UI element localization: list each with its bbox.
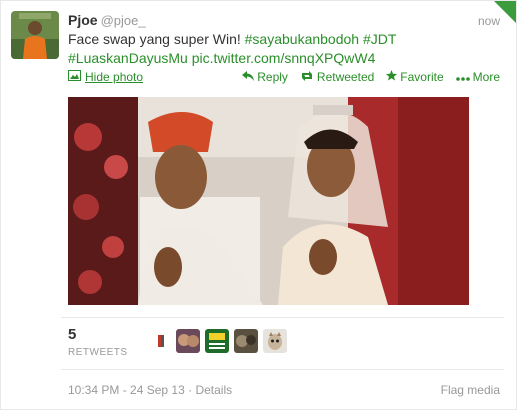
hashtag-link[interactable]: #JDT [363, 31, 396, 47]
avatar[interactable] [11, 11, 59, 59]
tweet-text-plain: Face swap yang super Win! [68, 31, 241, 47]
tweet-card: Pjoe @pjoe_ now Face swap yang super Win!… [0, 0, 517, 410]
reply-button[interactable]: Reply [242, 70, 288, 84]
photo-icon [68, 70, 81, 84]
author-name[interactable]: Pjoe [68, 12, 98, 28]
screen-name[interactable]: @pjoe_ [101, 13, 146, 28]
retweet-count[interactable]: 5 [68, 326, 76, 343]
retweeted-button[interactable]: Retweeted [300, 70, 374, 84]
hashtag-link[interactable]: #sayabukanbodoh [245, 31, 359, 47]
flag-media-link[interactable]: Flag media [441, 383, 500, 397]
hide-photo-label: Hide photo [85, 70, 144, 84]
reply-label: Reply [257, 70, 288, 84]
retweeter-avatar[interactable] [151, 329, 171, 353]
more-button[interactable]: More [455, 70, 500, 84]
tweet-footer: 10:34 PM - 24 Sep 13 · Details [68, 383, 232, 397]
hide-photo-link[interactable]: Hide photo [68, 70, 143, 84]
divider [61, 317, 504, 318]
tweet-timestamp[interactable]: 10:34 PM - 24 Sep 13 [68, 383, 185, 397]
retweeter-avatar[interactable] [205, 329, 229, 353]
retweeter-avatar[interactable] [176, 329, 200, 353]
retweeted-label: Retweeted [316, 70, 375, 84]
star-icon [386, 70, 398, 84]
pic-link[interactable]: pic.twitter.com/snnqXPQwW4 [192, 50, 376, 66]
tweet-photo[interactable] [68, 97, 469, 305]
details-link[interactable]: Details [195, 383, 232, 397]
tweet-header: Pjoe @pjoe_ [68, 12, 146, 28]
hashtag-link[interactable]: #LuaskanDayusMu [68, 50, 188, 66]
more-label: More [472, 70, 500, 84]
reply-icon [242, 70, 255, 84]
more-dots-icon [455, 70, 470, 84]
retweet-count-label[interactable]: RETWEETS [68, 347, 128, 358]
retweet-icon [300, 70, 314, 84]
footer-separator: · [188, 383, 193, 397]
tweet-time[interactable]: now [478, 14, 500, 28]
retweeter-avatar[interactable] [234, 329, 258, 353]
favorite-label: Favorite [400, 70, 444, 84]
retweeter-avatars [151, 329, 287, 353]
retweeter-avatar[interactable] [263, 329, 287, 353]
tweet-actions: Reply Retweeted Favorite More [242, 70, 500, 84]
tweet-text: Face swap yang super Win! #sayabukanbodo… [68, 30, 498, 68]
divider [61, 369, 504, 370]
favorite-button[interactable]: Favorite [386, 70, 444, 84]
